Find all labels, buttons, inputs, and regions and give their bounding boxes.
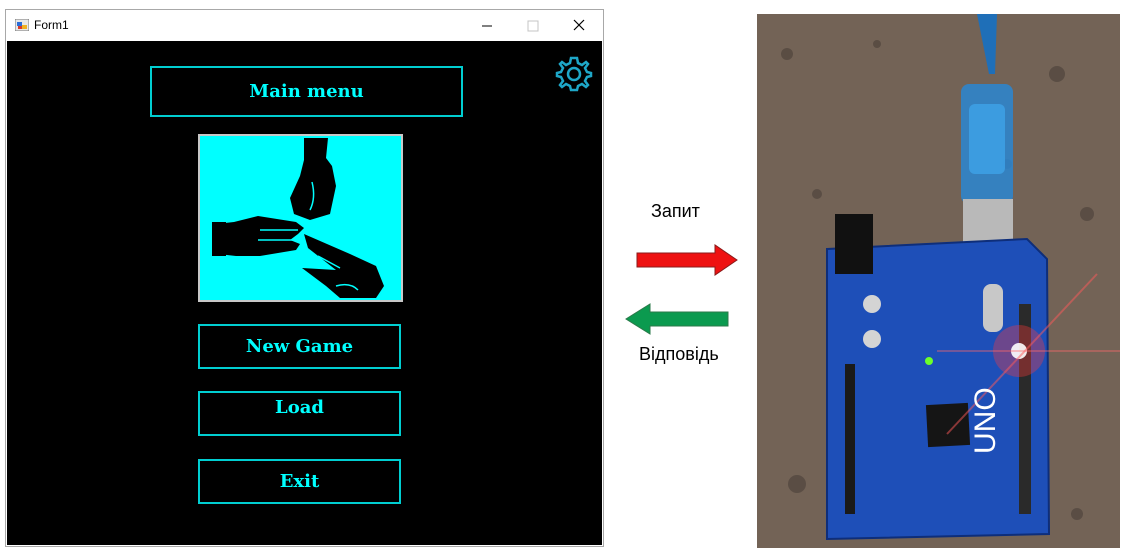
- rock-paper-scissors-image: [198, 134, 403, 302]
- app-icon: [15, 19, 29, 31]
- response-arrow-icon: [625, 303, 729, 335]
- minimize-icon[interactable]: [464, 10, 509, 41]
- request-arrow-icon: [636, 244, 738, 276]
- gear-icon[interactable]: [555, 55, 593, 93]
- board-label: UNO: [969, 387, 1002, 454]
- load-button[interactable]: Load: [198, 391, 401, 436]
- hands-illustration: [212, 138, 384, 298]
- response-label: Відповідь: [639, 344, 719, 364]
- window-title: Form1: [34, 18, 69, 32]
- new-game-button[interactable]: New Game: [198, 324, 401, 369]
- close-icon[interactable]: [556, 10, 601, 41]
- request-label: Запит: [651, 201, 700, 221]
- form-client-area: Main menu New Game Load Exit: [7, 41, 602, 545]
- main-menu-title: Main menu: [150, 66, 463, 117]
- title-bar[interactable]: Form1: [6, 10, 603, 41]
- app-window: Form1 Main menu New Game Load Exit: [5, 9, 604, 547]
- maximize-icon[interactable]: [510, 10, 555, 41]
- exit-button[interactable]: Exit: [198, 459, 401, 504]
- arduino-board-photo: UNO: [757, 14, 1120, 548]
